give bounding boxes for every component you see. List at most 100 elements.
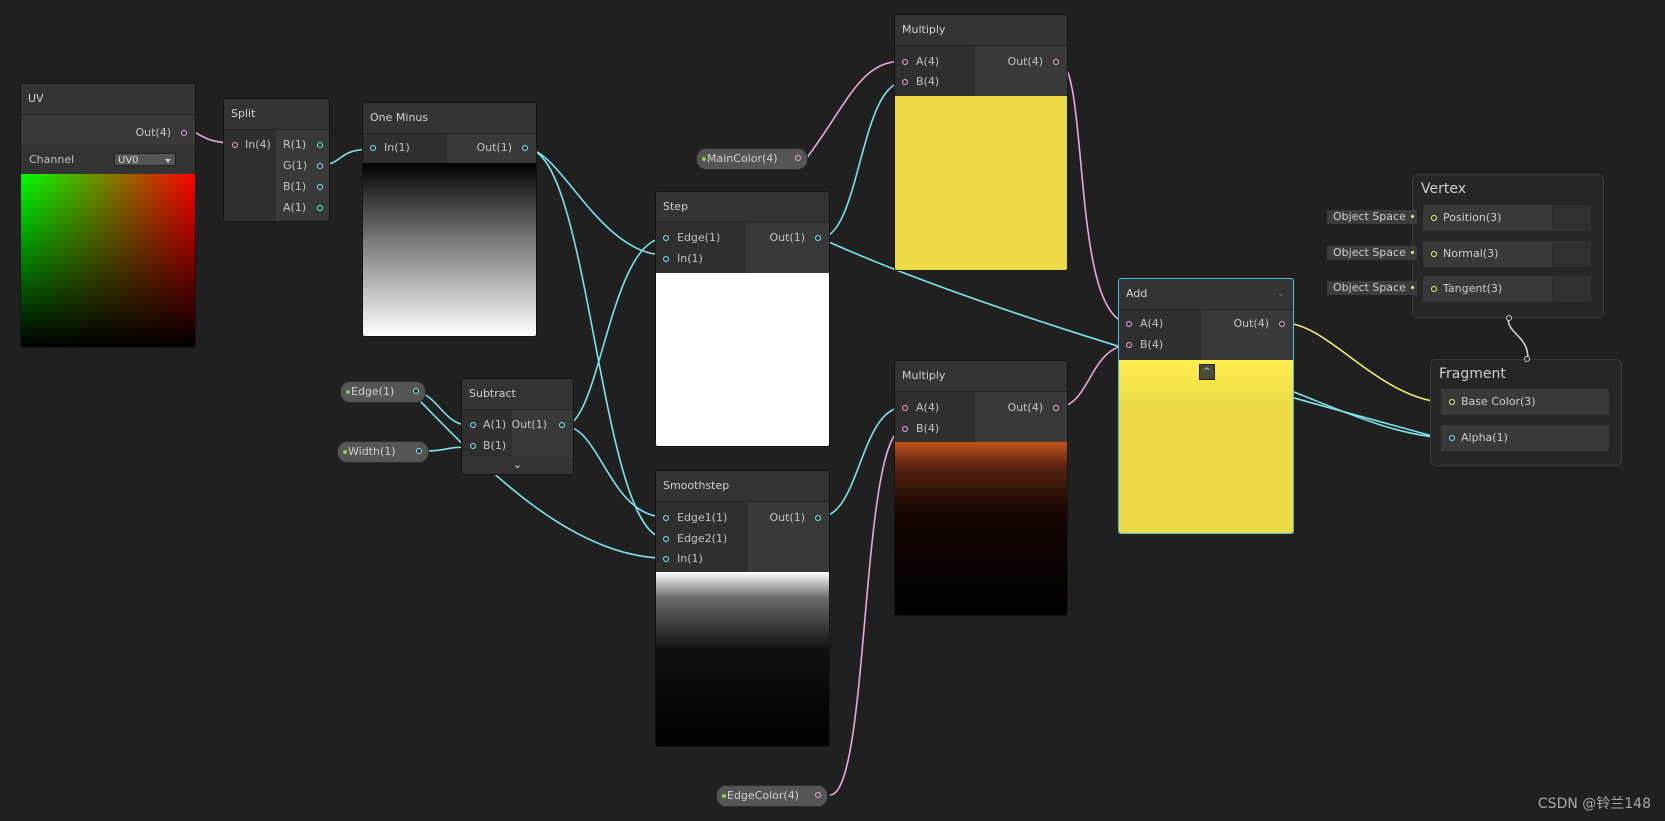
step-out-label: Out(1) bbox=[769, 231, 805, 244]
step-out-port[interactable] bbox=[815, 235, 821, 241]
maincolor-out-port[interactable] bbox=[795, 155, 801, 161]
split-in-label: In(4) bbox=[245, 138, 271, 151]
maincolor-label: MainColor(4) bbox=[707, 152, 778, 165]
maincolor-property[interactable]: MainColor(4) bbox=[696, 148, 808, 170]
split-in-port[interactable] bbox=[232, 142, 238, 148]
edgecolor-label: EdgeColor(4) bbox=[727, 789, 799, 802]
vertex-normal-row[interactable]: Normal(3) bbox=[1423, 241, 1591, 267]
smoothstep-out-port[interactable] bbox=[815, 515, 821, 521]
add-b-port[interactable] bbox=[1126, 342, 1132, 348]
width-out-port[interactable] bbox=[416, 448, 422, 454]
subtract-a-label: A(1) bbox=[483, 418, 507, 431]
multiply-top-out-label: Out(4) bbox=[1007, 55, 1043, 68]
watermark: CSDN @铃兰148 bbox=[1537, 796, 1651, 812]
multiply-top-a-port[interactable] bbox=[902, 59, 908, 65]
uv-channel-value: UV0 bbox=[118, 155, 139, 166]
position-space-node[interactable]: Object Space bbox=[1327, 210, 1417, 224]
collapse-chevron-icon[interactable]: ⌄ bbox=[1277, 279, 1285, 309]
vertex-title: Vertex bbox=[1421, 181, 1467, 197]
edge-property[interactable]: Edge(1) bbox=[340, 381, 426, 403]
subtract-node[interactable]: Subtract A(1) B(1) Out(1) ⌄ bbox=[461, 378, 574, 475]
multiply-bottom-out-label: Out(4) bbox=[1007, 401, 1043, 414]
one-minus-out-port[interactable] bbox=[522, 145, 528, 151]
multiply-bottom-a-port[interactable] bbox=[902, 405, 908, 411]
wire-oneminus-smooth bbox=[526, 148, 666, 539]
step-edge-port[interactable] bbox=[663, 235, 669, 241]
vertex-position-label: Position(3) bbox=[1443, 211, 1502, 224]
multiply-top-out-port[interactable] bbox=[1053, 59, 1059, 65]
smoothstep-title: Smoothstep bbox=[656, 471, 829, 502]
uv-channel-dropdown[interactable]: UV0 bbox=[114, 153, 176, 166]
fragment-basecolor-row[interactable]: Base Color(3) bbox=[1441, 389, 1609, 415]
normal-space-node[interactable]: Object Space bbox=[1327, 246, 1417, 260]
split-out-r-port[interactable] bbox=[317, 142, 323, 148]
multiply-bottom-b-port[interactable] bbox=[902, 426, 908, 432]
vertex-position-row[interactable]: Position(3) bbox=[1423, 205, 1591, 231]
vertex-flow-port[interactable] bbox=[1506, 315, 1512, 321]
multiply-bottom-preview bbox=[895, 442, 1067, 615]
split-out-g: G(1) bbox=[283, 159, 308, 172]
vertex-tangent-row[interactable]: Tangent(3) bbox=[1423, 276, 1591, 302]
uv-channel-row: Channel UV0 bbox=[21, 146, 195, 174]
one-minus-node[interactable]: One Minus In(1) Out(1) bbox=[362, 102, 537, 337]
wire-step-multiply bbox=[819, 81, 905, 239]
split-out-b-port[interactable] bbox=[317, 184, 323, 190]
width-label: Width(1) bbox=[348, 445, 396, 458]
fragment-basecolor-label: Base Color(3) bbox=[1461, 395, 1536, 408]
step-node[interactable]: Step Edge(1) In(1) Out(1) bbox=[655, 191, 830, 447]
split-node[interactable]: Split In(4) R(1) G(1) B(1) A(1) bbox=[223, 98, 330, 222]
tangent-space-node[interactable]: Object Space bbox=[1327, 281, 1417, 295]
fragment-basecolor-port[interactable] bbox=[1449, 399, 1455, 405]
smoothstep-node[interactable]: Smoothstep Edge1(1) Edge2(1) In(1) Out(1… bbox=[655, 470, 830, 747]
uv-out-port[interactable] bbox=[181, 130, 187, 136]
edge-out-port[interactable] bbox=[413, 388, 419, 394]
uv-channel-label: Channel bbox=[29, 153, 75, 166]
smoothstep-edge2-port[interactable] bbox=[663, 536, 669, 542]
vertex-tangent-port[interactable] bbox=[1431, 286, 1437, 292]
fragment-flow-port[interactable] bbox=[1524, 356, 1530, 362]
smoothstep-out-label: Out(1) bbox=[769, 511, 805, 524]
split-out-g-port[interactable] bbox=[317, 163, 323, 169]
add-node[interactable]: Add ⌄ A(4) B(4) Out(4) ^ bbox=[1118, 278, 1294, 534]
step-edge-label: Edge(1) bbox=[677, 231, 721, 244]
smoothstep-preview bbox=[656, 572, 829, 746]
expand-chevron-icon[interactable]: ⌄ bbox=[462, 458, 573, 474]
subtract-b-port[interactable] bbox=[470, 443, 476, 449]
subtract-out-port[interactable] bbox=[559, 422, 565, 428]
wire-oneminus-step bbox=[526, 148, 666, 256]
wire-vertex-fragment bbox=[1507, 317, 1529, 360]
vertex-block[interactable]: Vertex Position(3) Normal(3) Tangent(3) bbox=[1412, 174, 1604, 321]
multiply-top-node[interactable]: Multiply A(4) B(4) Out(4) bbox=[894, 14, 1068, 271]
one-minus-in-label: In(1) bbox=[384, 141, 410, 154]
collapse-preview-icon[interactable]: ^ bbox=[1199, 364, 1215, 380]
subtract-a-port[interactable] bbox=[470, 422, 476, 428]
multiply-top-b-port[interactable] bbox=[902, 79, 908, 85]
fragment-alpha-port[interactable] bbox=[1449, 435, 1455, 441]
width-property[interactable]: Width(1) bbox=[337, 441, 429, 463]
add-title-label: Add bbox=[1126, 287, 1148, 300]
normal-space-label: Object Space bbox=[1333, 246, 1406, 259]
multiply-top-b-label: B(4) bbox=[916, 75, 940, 88]
add-out-port[interactable] bbox=[1279, 321, 1285, 327]
edgecolor-property[interactable]: EdgeColor(4) bbox=[716, 785, 828, 807]
position-space-label: Object Space bbox=[1333, 210, 1406, 223]
vertex-position-port[interactable] bbox=[1431, 215, 1437, 221]
add-a-port[interactable] bbox=[1126, 321, 1132, 327]
fragment-alpha-label: Alpha(1) bbox=[1461, 431, 1508, 444]
fragment-block[interactable]: Fragment Base Color(3) Alpha(1) bbox=[1430, 356, 1622, 466]
one-minus-in-port[interactable] bbox=[370, 145, 376, 151]
edgecolor-out-port[interactable] bbox=[815, 792, 821, 798]
wire-smooth-multiply2 bbox=[819, 406, 905, 518]
fragment-alpha-row[interactable]: Alpha(1) bbox=[1441, 425, 1609, 451]
uv-node[interactable]: UV Out(4) Channel UV0 bbox=[20, 83, 196, 348]
subtract-title: Subtract bbox=[462, 379, 573, 410]
step-in-port[interactable] bbox=[663, 256, 669, 262]
smoothstep-edge1-port[interactable] bbox=[663, 515, 669, 521]
multiply-bottom-node[interactable]: Multiply A(4) B(4) Out(4) bbox=[894, 360, 1068, 616]
split-out-a-port[interactable] bbox=[317, 205, 323, 211]
smoothstep-in-port[interactable] bbox=[663, 556, 669, 562]
vertex-normal-port[interactable] bbox=[1431, 251, 1437, 257]
multiply-top-a-label: A(4) bbox=[916, 55, 940, 68]
multiply-bottom-out-port[interactable] bbox=[1053, 405, 1059, 411]
uv-node-title: UV bbox=[21, 84, 195, 115]
